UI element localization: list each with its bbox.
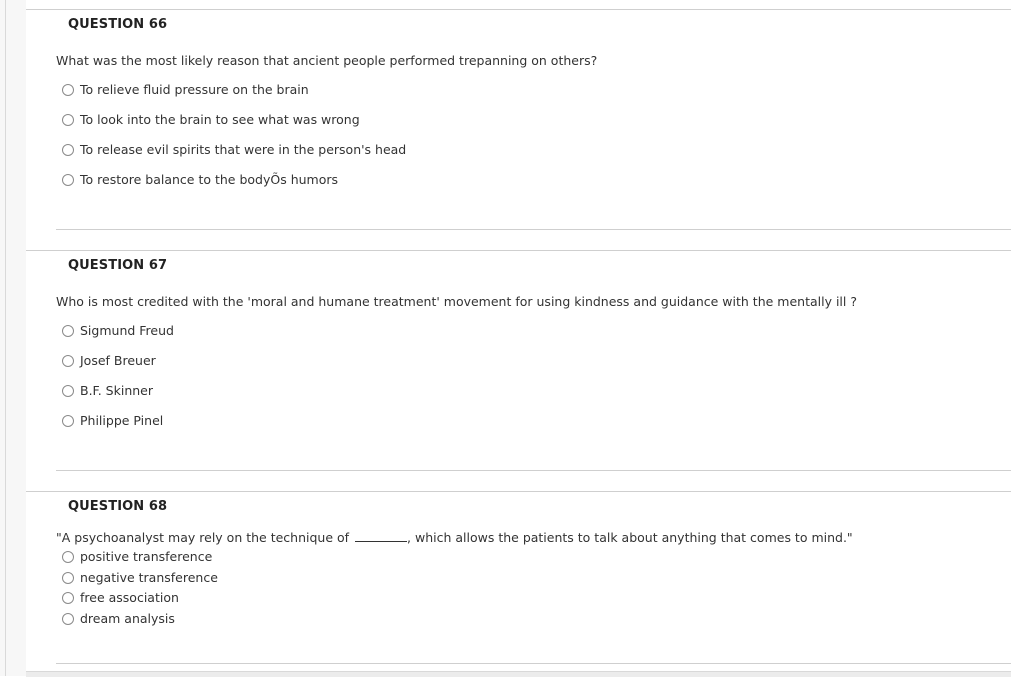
radio-button[interactable] [62,414,74,427]
answer-option[interactable]: dream analysis [62,611,175,626]
radio-button[interactable] [62,83,74,96]
answer-option[interactable]: positive transference [62,549,212,564]
radio-button[interactable] [62,612,74,625]
question-divider [26,250,1011,251]
question-text: "A psychoanalyst may rely on the techniq… [56,530,853,545]
question-divider [26,491,1011,492]
option-label: To look into the brain to see what was w… [80,112,360,127]
answer-option[interactable]: To relieve fluid pressure on the brain [62,82,309,97]
bottom-bar [26,671,1011,677]
option-label: free association [80,590,179,605]
question-inner-divider [56,663,1011,664]
option-label: Philippe Pinel [80,413,164,428]
option-label: positive transference [80,549,213,564]
question-heading: QUESTION 67 [68,258,168,273]
option-label: To restore balance to the bodyÕs humors [80,172,339,187]
radio-button[interactable] [62,384,74,397]
answer-option[interactable]: B.F. Skinner [62,383,153,398]
radio-button[interactable] [62,571,74,584]
radio-button[interactable] [62,591,74,604]
left-gutter [0,0,26,676]
question-text-after: , which allows the patients to talk abou… [407,530,853,545]
question-text: What was the most likely reason that anc… [56,53,598,68]
question-inner-divider [56,229,1011,230]
answer-option[interactable]: free association [62,590,179,605]
question-text-before: "A psychoanalyst may rely on the techniq… [56,530,354,545]
radio-button[interactable] [62,173,74,186]
answer-option[interactable]: Sigmund Freud [62,323,174,338]
gutter-border [5,0,6,676]
question-inner-divider [56,470,1011,471]
option-label: dream analysis [80,611,175,626]
option-label: Sigmund Freud [80,323,174,338]
option-label: Josef Breuer [80,353,156,368]
radio-button[interactable] [62,354,74,367]
option-label: negative transference [80,570,218,585]
answer-option[interactable]: Josef Breuer [62,353,156,368]
answer-option[interactable]: negative transference [62,570,218,585]
question-divider [26,9,1011,10]
question-text: Who is most credited with the 'moral and… [56,294,857,309]
fill-in-blank [355,540,408,542]
option-label: To relieve fluid pressure on the brain [80,82,309,97]
answer-option[interactable]: To restore balance to the bodyÕs humors [62,172,338,187]
answer-option[interactable]: To release evil spirits that were in the… [62,142,406,157]
radio-button[interactable] [62,324,74,337]
question-heading: QUESTION 68 [68,499,168,514]
radio-button[interactable] [62,113,74,126]
option-label: B.F. Skinner [80,383,153,398]
answer-option[interactable]: Philippe Pinel [62,413,163,428]
answer-option[interactable]: To look into the brain to see what was w… [62,112,360,127]
option-label: To release evil spirits that were in the… [80,142,407,157]
radio-button[interactable] [62,143,74,156]
radio-button[interactable] [62,550,74,563]
question-heading: QUESTION 66 [68,17,168,32]
